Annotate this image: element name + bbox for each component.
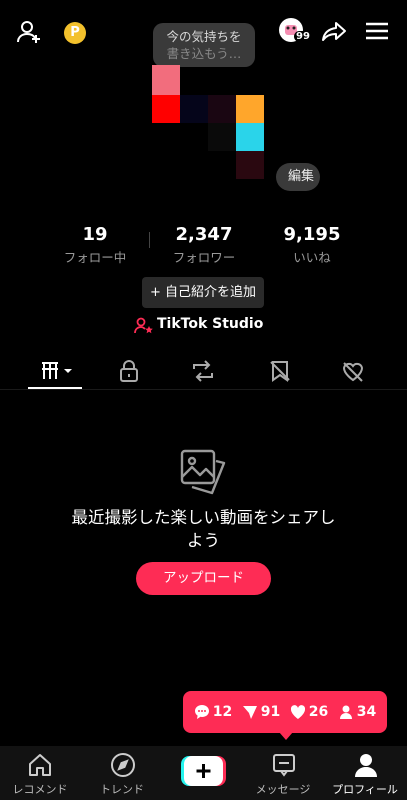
bookmark-icon — [270, 361, 290, 382]
send-icon — [242, 706, 257, 719]
repost-icon — [193, 360, 213, 382]
tab-private[interactable] — [103, 353, 155, 389]
upload-button[interactable]: アップロード — [136, 562, 271, 595]
lock-icon — [120, 360, 138, 382]
stat-likes-label: いいね — [293, 250, 331, 265]
tab-videos[interactable] — [29, 353, 81, 389]
coin-icon[interactable]: P — [64, 22, 86, 44]
stat-likes[interactable]: 9,195 いいね — [257, 224, 367, 266]
nav-trending-label: トレンド — [100, 783, 144, 796]
add-bio-button[interactable]: + 自己紹介を追加 — [142, 277, 264, 308]
liked-icon — [342, 362, 364, 382]
edit-profile-button[interactable]: 編集 — [276, 163, 320, 191]
tabs-divider — [0, 389, 407, 390]
add-friend-icon[interactable] — [16, 18, 44, 46]
compass-icon — [111, 753, 135, 777]
tiktok-studio-link[interactable]: TikTok Studio — [157, 316, 263, 332]
empty-state-message: 最近撮影した楽しい動画をシェアしよう — [71, 508, 336, 550]
comments-count-item: 12 — [194, 704, 232, 720]
profile-icon — [355, 754, 377, 777]
likes-count-item: 26 — [290, 704, 328, 720]
popup-tail — [279, 732, 293, 740]
nav-trending[interactable]: トレンド — [82, 746, 162, 800]
nav-profile-label: プロフィール — [332, 783, 398, 796]
nav-profile[interactable]: プロフィール — [325, 746, 405, 800]
stat-followers-value: 2,347 — [175, 224, 233, 245]
notification-count: 99 — [294, 31, 312, 42]
stat-following-label: フォロー中 — [63, 250, 127, 265]
home-icon — [29, 754, 51, 776]
shares-count: 91 — [260, 704, 281, 720]
person-icon — [339, 705, 352, 719]
photos-icon — [178, 447, 230, 497]
comments-count: 12 — [212, 704, 233, 720]
tab-favorites[interactable] — [254, 353, 306, 389]
create-button[interactable] — [181, 756, 226, 786]
stat-following-value: 19 — [82, 224, 108, 245]
followers-count: 34 — [356, 704, 377, 720]
nav-inbox[interactable]: メッセージ — [243, 746, 323, 800]
stat-followers[interactable]: 2,347 フォロワー — [149, 224, 259, 266]
plus-icon — [181, 756, 226, 786]
status-bubble[interactable]: 今の気持ちを 書き込もう… — [153, 23, 255, 67]
stat-likes-value: 9,195 — [283, 224, 341, 245]
avatar[interactable] — [152, 65, 264, 181]
nav-inbox-label: メッセージ — [255, 783, 311, 796]
comment-icon — [194, 705, 209, 719]
heart-icon — [290, 705, 305, 719]
stat-following[interactable]: 19 フォロー中 — [40, 224, 150, 266]
tab-reposts[interactable] — [177, 353, 229, 389]
grid-icon — [42, 362, 72, 379]
message-icon — [273, 754, 295, 777]
status-bubble-line2: 書き込もう… — [166, 46, 242, 61]
share-icon[interactable] — [320, 18, 348, 46]
activity-popup[interactable]: 12 91 26 34 — [183, 691, 387, 733]
likes-count: 26 — [308, 704, 329, 720]
nav-home-label: レコメンド — [12, 783, 68, 796]
shares-count-item: 91 — [242, 704, 280, 720]
followers-count-item: 34 — [338, 704, 376, 720]
stat-followers-label: フォロワー — [172, 250, 236, 265]
status-bubble-line1: 今の気持ちを — [166, 29, 242, 44]
tab-liked[interactable] — [327, 353, 379, 389]
studio-icon — [134, 317, 154, 339]
menu-icon[interactable] — [364, 18, 392, 46]
nav-home[interactable]: レコメンド — [0, 746, 80, 800]
